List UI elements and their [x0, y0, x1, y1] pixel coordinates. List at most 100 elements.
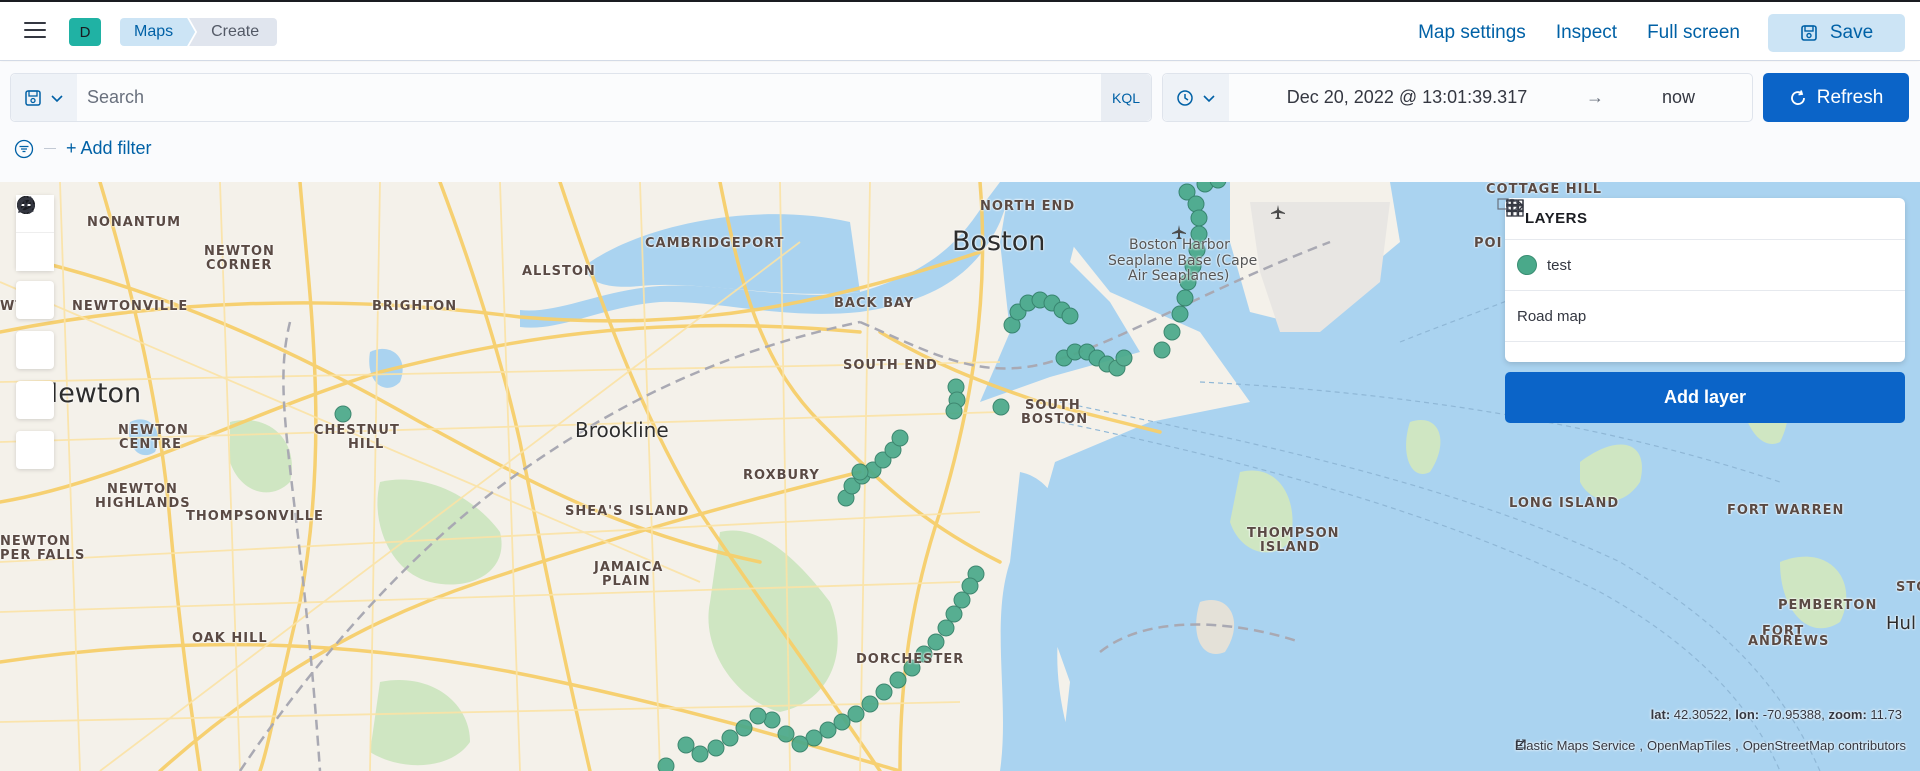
- map-toolbar: [16, 195, 54, 469]
- kql-button[interactable]: KQL: [1101, 74, 1151, 121]
- map-label-thompson-island-2: ISLAND: [1260, 540, 1321, 555]
- map-label-chestnut-hill-1: CHESTNUT: [314, 423, 400, 438]
- fit-to-data-button[interactable]: [16, 198, 54, 369]
- layer-row-test[interactable]: test: [1497, 198, 1905, 291]
- point-symbol-icon: [1517, 255, 1537, 275]
- date-picker: Dec 20, 2022 @ 13:01:39.317 → now: [1162, 73, 1753, 122]
- park: [230, 420, 292, 493]
- map-label-brookline: Brookline: [575, 418, 669, 442]
- layers-title: LAYERS: [1525, 210, 1588, 227]
- quick-select-button[interactable]: [1163, 74, 1229, 121]
- map-label-dorchester: DORCHESTER: [856, 652, 965, 667]
- menu-icon[interactable]: [24, 22, 46, 40]
- map-label-newtonville: NEWTONVILLE: [72, 299, 189, 314]
- chevron-down-icon: [51, 94, 63, 102]
- map-label-harbor-2: Seaplane Base (Cape: [1108, 253, 1258, 269]
- charles-basin: [587, 214, 860, 294]
- park: [370, 680, 470, 766]
- search-bar: KQL: [10, 73, 1152, 122]
- header-actions: Map settings Inspect Full screen Save: [1418, 14, 1920, 52]
- map-label-newton-corner-1: NEWTON: [204, 244, 275, 259]
- add-layer-button[interactable]: Add layer: [1505, 372, 1905, 423]
- map-canvas[interactable]: Boston Newton Brookline CAMBRIDGEPORT NO…: [0, 182, 1920, 771]
- map-label-long-island: LONG ISLAND: [1509, 496, 1620, 511]
- saved-query-icon: [25, 89, 41, 106]
- attribution: Elastic Maps Service , OpenMapTiles , Op…: [1514, 738, 1906, 753]
- lon-label: lon:: [1735, 707, 1760, 722]
- map-settings-link[interactable]: Map settings: [1418, 22, 1526, 44]
- layers-header: LAYERS: [1505, 198, 1905, 240]
- refresh-label: Refresh: [1816, 86, 1884, 108]
- breadcrumb: Maps Create: [120, 18, 278, 46]
- map-label-jamaica-plain-2: PLAIN: [602, 574, 651, 589]
- zoom-value: 11.73: [1870, 707, 1902, 722]
- set-view-button[interactable]: [16, 196, 54, 319]
- top-header: D Maps Create Map settings Inspect Full …: [0, 0, 1920, 61]
- draw-tools-button[interactable]: [16, 196, 54, 419]
- breadcrumb-maps[interactable]: Maps: [120, 18, 195, 46]
- zoom-out-button[interactable]: [16, 196, 54, 271]
- map-label-allston: ALLSTON: [522, 264, 596, 279]
- map-label-fort-andrews-2: ANDREWS: [1748, 634, 1830, 649]
- map-label-sheas-island: SHEA'S ISLAND: [565, 504, 690, 519]
- map-label-oak-hill: OAK HILL: [192, 631, 268, 646]
- map-label-fort-warren: FORT WARREN: [1727, 503, 1845, 518]
- map-label-roxbury: ROXBURY: [743, 468, 820, 483]
- mouse-coordinates: lat: 42.30522, lon: -70.95388, zoom: 11.…: [1651, 707, 1902, 722]
- arrow-right-icon: →: [1586, 87, 1604, 107]
- end-date[interactable]: now: [1605, 87, 1752, 108]
- map-label-pemberton: PEMBERTON: [1778, 598, 1878, 613]
- start-date[interactable]: Dec 20, 2022 @ 13:01:39.317: [1229, 87, 1585, 108]
- map-label-newton-highlands-1: NEWTON: [107, 482, 178, 497]
- save-label: Save: [1829, 22, 1874, 43]
- map-label-newton-corner-2: CORNER: [206, 258, 273, 273]
- map-label-south-boston-2: BOSTON: [1021, 412, 1089, 427]
- saved-query-button[interactable]: [11, 74, 77, 121]
- map-label-newton-upper-falls-2: PER FALLS: [0, 548, 86, 563]
- full-screen-link[interactable]: Full screen: [1647, 22, 1740, 44]
- lon-value: -70.95388,: [1762, 707, 1825, 722]
- attribution-ems-link[interactable]: Elastic Maps Service: [1515, 738, 1636, 753]
- add-filter-button[interactable]: + Add filter: [66, 138, 152, 159]
- map-label-cambridgeport: CAMBRIDGEPORT: [645, 236, 785, 251]
- grid-icon: [1506, 199, 1524, 217]
- external-link-icon: [1516, 739, 1526, 749]
- map-label-sto: STO: [1896, 580, 1920, 595]
- layers-panel: LAYERS test Road map: [1497, 198, 1905, 362]
- save-icon: [1801, 25, 1817, 41]
- map-label-newton-centre-1: NEWTON: [118, 423, 189, 438]
- map-label-jamaica-plain-1: JAMAICA: [594, 560, 664, 575]
- save-button[interactable]: Save: [1768, 14, 1905, 52]
- zoom-label: zoom:: [1828, 707, 1867, 722]
- map-label-newton-highlands-2: HIGHLANDS: [95, 496, 191, 511]
- breadcrumb-create: Create: [189, 18, 278, 46]
- lat-value: 42.30522,: [1673, 707, 1732, 722]
- airport-icon: [1271, 205, 1285, 219]
- map-label-south-boston-1: SOUTH: [1025, 398, 1081, 413]
- map-label-brighton: BRIGHTON: [372, 299, 458, 314]
- query-bar: KQL Dec 20, 2022 @ 13:01:39.317 → now Re…: [0, 62, 1920, 182]
- attribution-openmaptiles-link[interactable]: OpenMapTiles: [1647, 738, 1731, 753]
- refresh-button[interactable]: Refresh: [1763, 73, 1909, 122]
- map-label-chestnut-hill-2: HILL: [348, 437, 385, 452]
- attribution-osm-link[interactable]: OpenStreetMap contributors: [1743, 738, 1906, 753]
- map-label-nonantum: NONANTUM: [87, 215, 182, 230]
- map-label-hull: Hul: [1886, 613, 1916, 634]
- map-label-newton-upper-falls-1: NEWTON: [0, 534, 71, 549]
- filter-icon[interactable]: [14, 139, 34, 159]
- map-label-back-bay: BACK BAY: [834, 296, 915, 311]
- chevron-down-icon: [1203, 94, 1215, 102]
- timeslider-button[interactable]: [16, 197, 54, 469]
- space-avatar[interactable]: D: [69, 18, 101, 46]
- clock-icon: [1177, 89, 1193, 106]
- lat-label: lat:: [1650, 707, 1671, 722]
- inspect-link[interactable]: Inspect: [1556, 22, 1617, 44]
- search-input[interactable]: [77, 74, 1101, 121]
- filter-separator: [44, 148, 56, 149]
- layer-row-road-map[interactable]: Road map: [1505, 199, 1905, 342]
- map-label-point: POI: [1474, 236, 1503, 251]
- timeslider-icon: [17, 197, 34, 214]
- layer-name: Road map: [1517, 307, 1587, 325]
- map-label-cottage-hill: COTTAGE HILL: [1486, 182, 1603, 197]
- map-label-south-end: SOUTH END: [843, 358, 938, 373]
